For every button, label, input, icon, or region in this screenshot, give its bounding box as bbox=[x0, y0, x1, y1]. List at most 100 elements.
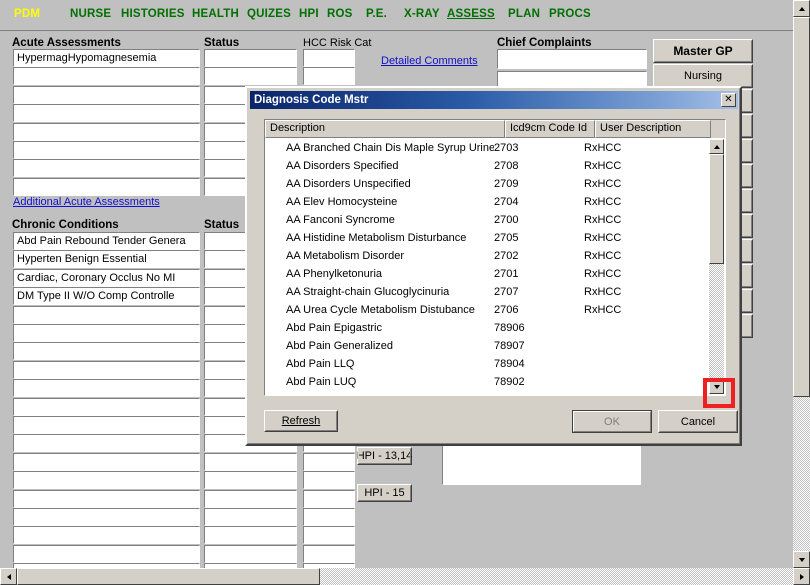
nav-item-quizes[interactable]: QUIZES bbox=[247, 8, 291, 20]
diagnosis-code: 2705 bbox=[494, 232, 519, 244]
acute-status-field[interactable] bbox=[204, 67, 297, 86]
nav-item-health[interactable]: HEALTH bbox=[192, 8, 239, 20]
acute-assessment-field[interactable] bbox=[13, 122, 200, 141]
chronic-condition-field[interactable] bbox=[13, 342, 200, 361]
acute-assessment-field[interactable] bbox=[13, 159, 200, 178]
chronic-status-field[interactable] bbox=[204, 452, 297, 471]
right-button-master-gp[interactable]: Master GP bbox=[653, 39, 753, 63]
cancel-button[interactable]: Cancel bbox=[658, 410, 738, 433]
detailed-comments-link[interactable]: Detailed Comments bbox=[381, 55, 478, 67]
diagnosis-row[interactable]: AA Straight-chain Glucoglycinuria 2707 RxH… bbox=[266, 283, 709, 301]
chronic-hcc-risk-field[interactable] bbox=[303, 544, 355, 563]
window-scroll-down-icon[interactable] bbox=[793, 551, 810, 568]
hpi-button-2[interactable]: HPI - 15 bbox=[357, 484, 412, 502]
nav-item-histories[interactable]: HISTORIES bbox=[121, 8, 185, 20]
ok-button[interactable]: OK bbox=[572, 410, 652, 433]
close-icon[interactable]: ✕ bbox=[721, 93, 736, 107]
acute-hcc-risk-field[interactable] bbox=[303, 67, 355, 86]
chronic-status-field[interactable] bbox=[204, 508, 297, 526]
diagnosis-row[interactable]: AA Metabolism Disorder 2702 RxHCC bbox=[266, 247, 709, 265]
chronic-hcc-risk-field[interactable] bbox=[303, 471, 355, 490]
chronic-condition-field[interactable] bbox=[13, 416, 200, 434]
diagnosis-row[interactable]: Abd Pain LLQ 78904 bbox=[266, 355, 709, 373]
window-scroll-up-icon[interactable] bbox=[793, 0, 810, 17]
right-button-nursing[interactable]: Nursing bbox=[653, 64, 753, 88]
diagnosis-row[interactable]: AA Elev Homocysteine 2704 RxHCC bbox=[266, 193, 709, 211]
acute-assessment-field[interactable]: HypermagHypomagnesemia bbox=[13, 49, 200, 67]
window-horizontal-scrollbar[interactable] bbox=[0, 568, 810, 585]
nav-item-plan[interactable]: PLAN bbox=[508, 8, 540, 20]
acute-assessment-field[interactable] bbox=[13, 177, 200, 196]
column-header-icd9cm-code-id[interactable]: Icd9cm Code Id bbox=[505, 120, 595, 138]
nav-item-pdm[interactable]: PDM bbox=[14, 8, 40, 20]
hpi-button-1[interactable]: HPI - 13,14 bbox=[357, 447, 412, 465]
nav-item-ros[interactable]: ROS bbox=[327, 8, 353, 20]
scrollbar-thumb[interactable] bbox=[709, 154, 724, 264]
chronic-condition-field[interactable] bbox=[13, 434, 200, 453]
chronic-hcc-risk-field[interactable] bbox=[303, 526, 355, 545]
diagnosis-row[interactable]: Abd Pain Epigastric 78906 bbox=[266, 319, 709, 337]
hpi-note-field[interactable] bbox=[442, 444, 641, 485]
dialog-title-bar[interactable]: Diagnosis Code Mstr ✕ bbox=[250, 91, 738, 109]
chronic-condition-field[interactable] bbox=[13, 471, 200, 490]
diagnosis-row[interactable]: Abd Pain Periumbilical78905 bbox=[266, 391, 709, 394]
chronic-status-field[interactable] bbox=[204, 544, 297, 563]
scroll-up-icon[interactable] bbox=[709, 139, 724, 154]
acute-assessment-field[interactable] bbox=[13, 85, 200, 104]
acute-hcc-risk-field[interactable] bbox=[303, 49, 355, 67]
nav-item-x-ray[interactable]: X-RAY bbox=[404, 8, 440, 20]
acute-assessment-field[interactable] bbox=[13, 67, 200, 86]
acute-assessment-field[interactable] bbox=[13, 104, 200, 123]
chronic-condition-field[interactable] bbox=[13, 360, 200, 379]
chronic-condition-field[interactable] bbox=[13, 544, 200, 563]
acute-assessment-field[interactable] bbox=[13, 141, 200, 159]
diagnosis-row[interactable]: AA Disorders Unspecified 2709 RxHCC bbox=[266, 175, 709, 193]
chronic-condition-field[interactable] bbox=[13, 397, 200, 416]
nav-item-procs[interactable]: PROCS bbox=[549, 8, 591, 20]
window-vertical-scrollbar[interactable] bbox=[793, 0, 810, 568]
refresh-button[interactable]: Refresh bbox=[264, 410, 338, 432]
nav-item-hpi[interactable]: HPI bbox=[299, 8, 319, 20]
chief-complaint-field-1[interactable] bbox=[497, 49, 647, 69]
diagnosis-row[interactable]: Abd Pain Generalized 78907 bbox=[266, 337, 709, 355]
nav-item-assess[interactable]: ASSESS bbox=[447, 8, 495, 20]
diagnosis-list[interactable]: Description Icd9cm Code Id User Descript… bbox=[264, 119, 726, 396]
diagnosis-list-scrollbar[interactable] bbox=[709, 139, 724, 394]
chronic-status-field[interactable] bbox=[204, 489, 297, 508]
chronic-condition-field[interactable]: DM Type II W/O Comp Controlle bbox=[13, 287, 200, 306]
chronic-condition-field[interactable] bbox=[13, 379, 200, 398]
chronic-condition-field[interactable] bbox=[13, 305, 200, 324]
diagnosis-row[interactable]: AA Fanconi Syncrome 2700 RxHCC bbox=[266, 211, 709, 229]
diagnosis-row[interactable]: AA Urea Cycle Metabolism Distubance 2706 R… bbox=[266, 301, 709, 319]
diagnosis-description: AA Metabolism Disorder bbox=[286, 250, 404, 262]
window-hscroll-thumb[interactable] bbox=[17, 568, 320, 585]
window-scroll-right-corner-icon[interactable] bbox=[793, 568, 810, 585]
diagnosis-row[interactable]: AA Histidine Metabolism Disturbance 2705 R… bbox=[266, 229, 709, 247]
nav-item-p-e[interactable]: P.E. bbox=[366, 8, 387, 20]
chronic-condition-field[interactable]: Abd Pain Rebound Tender Genera bbox=[13, 232, 200, 250]
diagnosis-row[interactable]: AA Branched Chain Dis Maple Syrup Urine 2… bbox=[266, 139, 709, 157]
chronic-condition-field[interactable] bbox=[13, 452, 200, 471]
chronic-hcc-risk-field[interactable] bbox=[303, 452, 355, 471]
additional-acute-assessments-link[interactable]: Additional Acute Assessments bbox=[13, 196, 160, 208]
scroll-down-icon[interactable] bbox=[709, 379, 724, 394]
chronic-condition-field[interactable] bbox=[13, 508, 200, 526]
chronic-condition-field[interactable] bbox=[13, 489, 200, 508]
diagnosis-row[interactable]: Abd Pain LUQ 78902 bbox=[266, 373, 709, 391]
diagnosis-row[interactable]: AA Phenylketonuria 2701 RxHCC bbox=[266, 265, 709, 283]
window-scroll-left-icon[interactable] bbox=[0, 568, 17, 585]
chronic-condition-field[interactable]: Cardiac, Coronary Occlus No MI bbox=[13, 268, 200, 287]
chronic-status-field[interactable] bbox=[204, 471, 297, 490]
chronic-condition-field[interactable]: Hyperten Benign Essential bbox=[13, 250, 200, 269]
column-header-description[interactable]: Description bbox=[265, 120, 505, 138]
diagnosis-row[interactable]: AA Disorders Specified 2708 RxHCC bbox=[266, 157, 709, 175]
chronic-status-field[interactable] bbox=[204, 526, 297, 545]
chronic-condition-field[interactable] bbox=[13, 526, 200, 545]
chronic-condition-field[interactable] bbox=[13, 324, 200, 342]
column-header-user-description[interactable]: User Description bbox=[595, 120, 711, 138]
chronic-hcc-risk-field[interactable] bbox=[303, 489, 355, 508]
acute-status-field[interactable] bbox=[204, 49, 297, 67]
nav-item-nurse[interactable]: NURSE bbox=[70, 8, 111, 20]
window-vscroll-thumb[interactable] bbox=[793, 17, 810, 397]
chronic-hcc-risk-field[interactable] bbox=[303, 508, 355, 526]
